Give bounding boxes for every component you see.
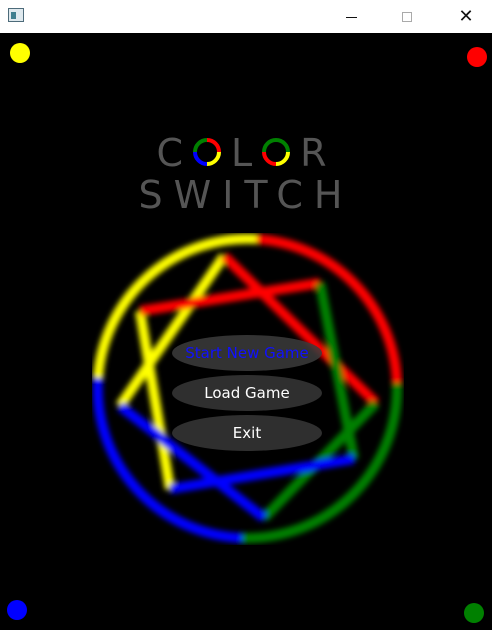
close-button[interactable]: ✕ — [443, 0, 489, 33]
green-corner-dot — [464, 603, 484, 623]
start-new-game-button[interactable]: Start New Game — [172, 335, 322, 371]
title-letter-r: R — [300, 131, 336, 175]
minimize-button[interactable] — [328, 0, 374, 33]
minimize-icon — [345, 16, 357, 18]
star-line-red-2 — [139, 278, 321, 316]
title-line-switch: SWITCH — [138, 173, 354, 217]
title-letter-l: L — [230, 131, 262, 175]
yellow-corner-dot — [10, 43, 30, 63]
color-ring-icon — [262, 138, 291, 166]
color-ring-icon — [192, 138, 221, 166]
title-letter-c: C — [156, 131, 192, 175]
close-icon: ✕ — [458, 5, 474, 27]
blue-corner-dot — [7, 600, 27, 620]
game-menu-scene: C L R SWITCH Start New Game Load Game Ex… — [0, 33, 492, 630]
app-icon — [8, 8, 24, 22]
maximize-button[interactable] — [384, 0, 430, 33]
red-corner-dot — [467, 47, 487, 67]
exit-button[interactable]: Exit — [172, 415, 322, 451]
maximize-icon — [402, 11, 412, 22]
load-game-button[interactable]: Load Game — [172, 375, 322, 411]
title-line-color: C L R — [0, 131, 492, 175]
window-titlebar[interactable]: ✕ — [0, 0, 492, 33]
